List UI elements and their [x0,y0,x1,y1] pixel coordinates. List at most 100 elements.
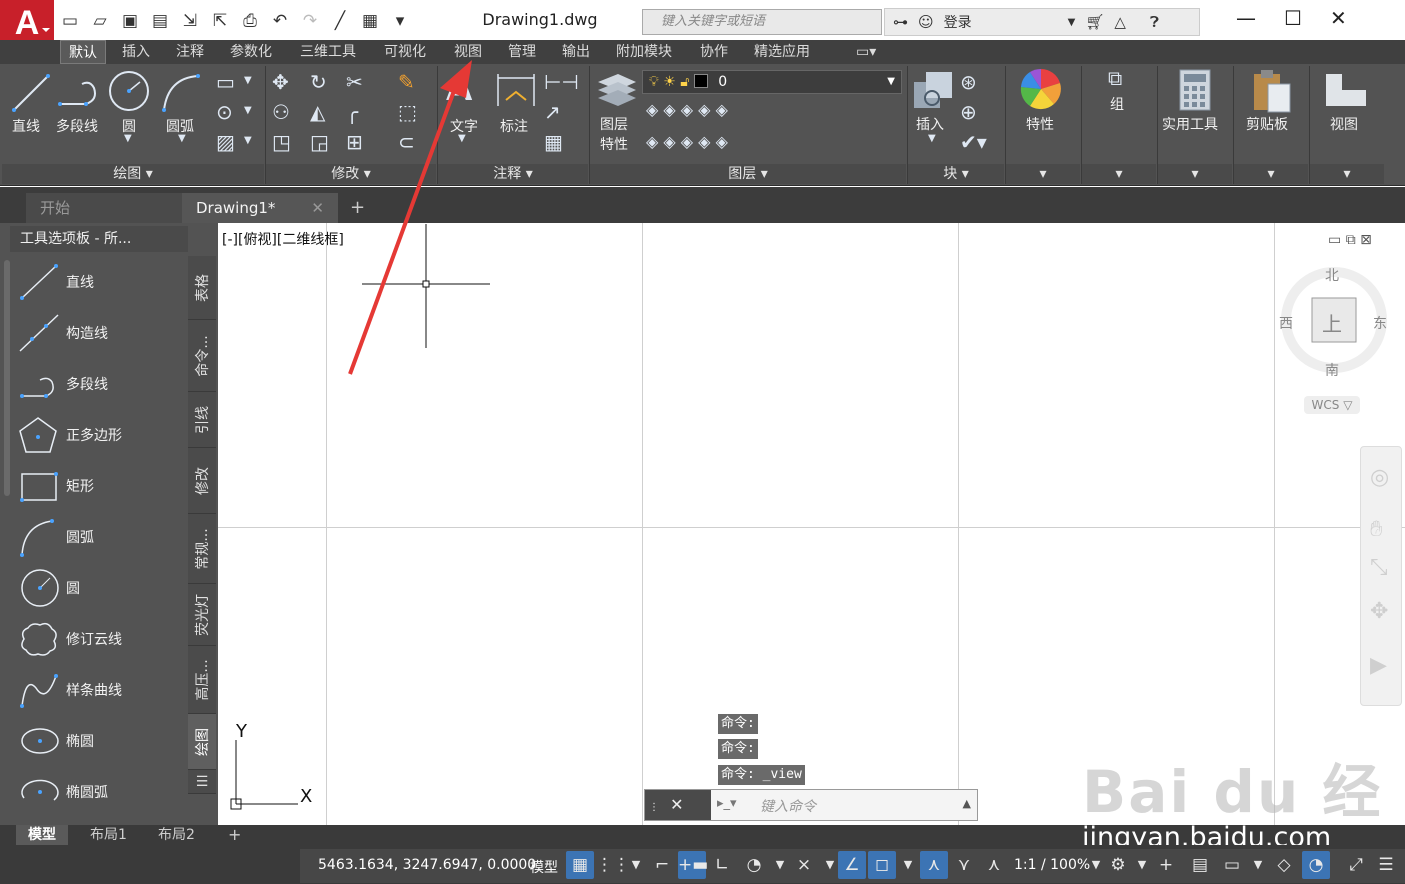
user-icon[interactable]: ☺ [918,13,934,31]
group-icon[interactable]: ⧉ [1108,68,1122,88]
line-tool-label[interactable]: 直线 [12,116,40,136]
hatch-icon[interactable]: ▨ [216,132,235,152]
a360-icon[interactable]: △ [1114,13,1126,31]
command-close-icon[interactable]: ✕ [670,795,683,814]
tab-drawing1[interactable]: Drawing1* ✕ [182,193,338,223]
showmotion-icon[interactable]: ▶ [1370,653,1387,678]
layers-panel-title[interactable]: 图层 ▾ [590,164,906,184]
new-file-icon[interactable]: ▭ [58,9,82,33]
zoom-extents-icon[interactable]: ⤡ [1370,555,1388,580]
table-icon[interactable]: ▦ [544,132,563,152]
ortho-mode-icon[interactable]: ∟ [708,851,736,879]
insert-dropdown-icon[interactable]: ▼ [928,134,936,144]
save-as-icon[interactable]: ▤ [148,9,172,33]
compass-south[interactable]: 南 [1325,360,1339,380]
calculator-icon[interactable] [1172,68,1218,114]
polar-tracking-icon[interactable]: ◔ [740,851,768,879]
palette-item-ellipse[interactable]: 椭圆 [16,717,188,765]
tab-insert[interactable]: 插入 [114,40,158,64]
command-history-toggle-icon[interactable]: ▲ [963,797,971,810]
stretch-icon[interactable]: ◳ [272,132,291,152]
layer-properties-icon[interactable] [594,68,640,114]
palette-item-line[interactable]: 直线 [16,258,188,306]
rectangle-dropdown-icon[interactable]: ▼ [244,76,252,86]
save-web-icon[interactable]: ⇱ [208,9,232,33]
tab-layout2[interactable]: 布局2 [146,825,207,845]
block-panel-title[interactable]: 块 ▾ [908,164,1004,184]
palette-tab-command[interactable]: 命令... [188,320,216,392]
object-snap-tracking-icon[interactable]: ∠ [838,851,866,879]
snap-dropdown-icon[interactable]: ▼ [622,851,650,879]
groups-panel-title[interactable]: ▾ [1082,164,1156,184]
quick-properties-icon[interactable]: ▭ [1218,851,1246,879]
utilities-panel-title[interactable]: ▾ [1158,164,1232,184]
mirror-icon[interactable]: ◭ [310,102,325,122]
tab-annotate[interactable]: 注释 [168,40,212,64]
command-drag-handle[interactable]: ⋮ [649,802,659,813]
layer-off-icon[interactable]: ◈ ◈ ◈ ◈ ◈ [646,102,728,118]
palette-tab-table[interactable]: 表格 [188,256,216,320]
palette-tab-draw[interactable]: 绘图 [188,714,216,770]
palette-item-rectangle[interactable]: 矩形 [16,462,188,510]
polyline-tool-icon[interactable] [56,70,102,116]
tab-featured-apps[interactable]: 精选应用 [746,40,818,64]
layer-properties-label-1[interactable]: 图层 [600,114,628,134]
command-input[interactable]: 键入命令 [760,796,816,816]
linear-dim-icon[interactable]: ⊢⊣ [544,72,579,92]
tab-parametric[interactable]: 参数化 [222,40,280,64]
customize-qat-icon[interactable]: ▾ [388,9,412,33]
annotation-scale-value[interactable]: 1:1 / 100% [1014,857,1090,873]
clipboard-panel-title[interactable]: ▾ [1234,164,1308,184]
pan-hand-icon[interactable]: ✋︎ [1370,517,1383,542]
polyline-tool-label[interactable]: 多段线 [56,116,98,136]
annotation-scale-icon[interactable]: ⋏ [980,851,1008,879]
edit-block-icon[interactable]: ⊕ [960,102,977,122]
command-prompt-icon[interactable]: ▸_▾ [717,796,737,811]
model-space-toggle[interactable]: 模型 [530,857,558,877]
steering-wheel-icon[interactable]: ◎ [1370,465,1389,490]
line-tool-icon[interactable] [8,70,54,116]
annotation-monitor-icon[interactable]: + [1152,851,1180,879]
properties-panel-title[interactable]: ▾ [1006,164,1080,184]
utilities-label[interactable]: 实用工具 [1162,114,1218,134]
login-dropdown-icon[interactable]: ▼ [1068,17,1076,28]
palette-scrollbar[interactable] [4,260,10,496]
tab-addins[interactable]: 附加模块 [608,40,680,64]
palette-item-construction-line[interactable]: 构造线 [16,309,188,357]
help-icon[interactable]: ❓︎ [1150,13,1159,31]
viewport-restore-icon[interactable]: ⧉ [1346,232,1356,248]
scale-icon[interactable]: ◲ [310,132,329,152]
move-icon[interactable]: ✥ [272,72,289,92]
create-block-icon[interactable]: ⊛ [960,72,977,92]
leader-icon[interactable]: ↗ [544,102,561,122]
infer-constraints-icon[interactable]: ⌐ [648,851,676,879]
isometric-drafting-icon[interactable]: ⨯ [790,851,818,879]
open-file-icon[interactable]: ▱ [88,9,112,33]
rectangle-icon[interactable]: ▭ [216,72,235,92]
minimize-button[interactable]: — [1236,6,1256,30]
coordinate-readout[interactable]: 5463.1634, 3247.6947, 0.0000 [318,857,536,873]
ribbon-minimize-icon[interactable]: ▭▾ [848,40,884,64]
clipboard-icon[interactable] [1248,68,1294,114]
copy-icon[interactable]: ⚇ [272,102,290,122]
close-button[interactable]: ✕ [1330,6,1347,30]
compass-east[interactable]: 东 [1373,313,1387,333]
grid-display-icon[interactable]: ▦ [566,851,594,879]
undo-icon[interactable]: ↶ [268,9,292,33]
circle-dropdown-icon[interactable]: ▼ [124,134,132,144]
palette-tab-general[interactable]: 常规... [188,514,216,584]
view-panel-icon[interactable] [1324,68,1370,114]
redo-icon[interactable]: ↷ [298,9,322,33]
isolate-objects-icon[interactable]: ◇ [1270,851,1298,879]
ellipse-dropdown-icon[interactable]: ▼ [244,106,252,116]
cart-icon[interactable]: 🛒︎ [1085,13,1104,31]
compass-north[interactable]: 北 [1325,265,1339,285]
group-label[interactable]: 组 [1110,94,1124,114]
open-web-icon[interactable]: ⇲ [178,9,202,33]
orbit-icon[interactable]: ✥ [1370,599,1388,624]
tab-model[interactable]: 模型 [16,825,68,845]
viewport-controls[interactable]: [-][俯视][二维线框] [222,229,344,249]
palette-item-arc[interactable]: 圆弧 [16,513,188,561]
viewport-minimize-icon[interactable]: ▭ [1328,232,1341,248]
palette-item-revision-cloud[interactable]: 修订云线 [16,615,188,663]
